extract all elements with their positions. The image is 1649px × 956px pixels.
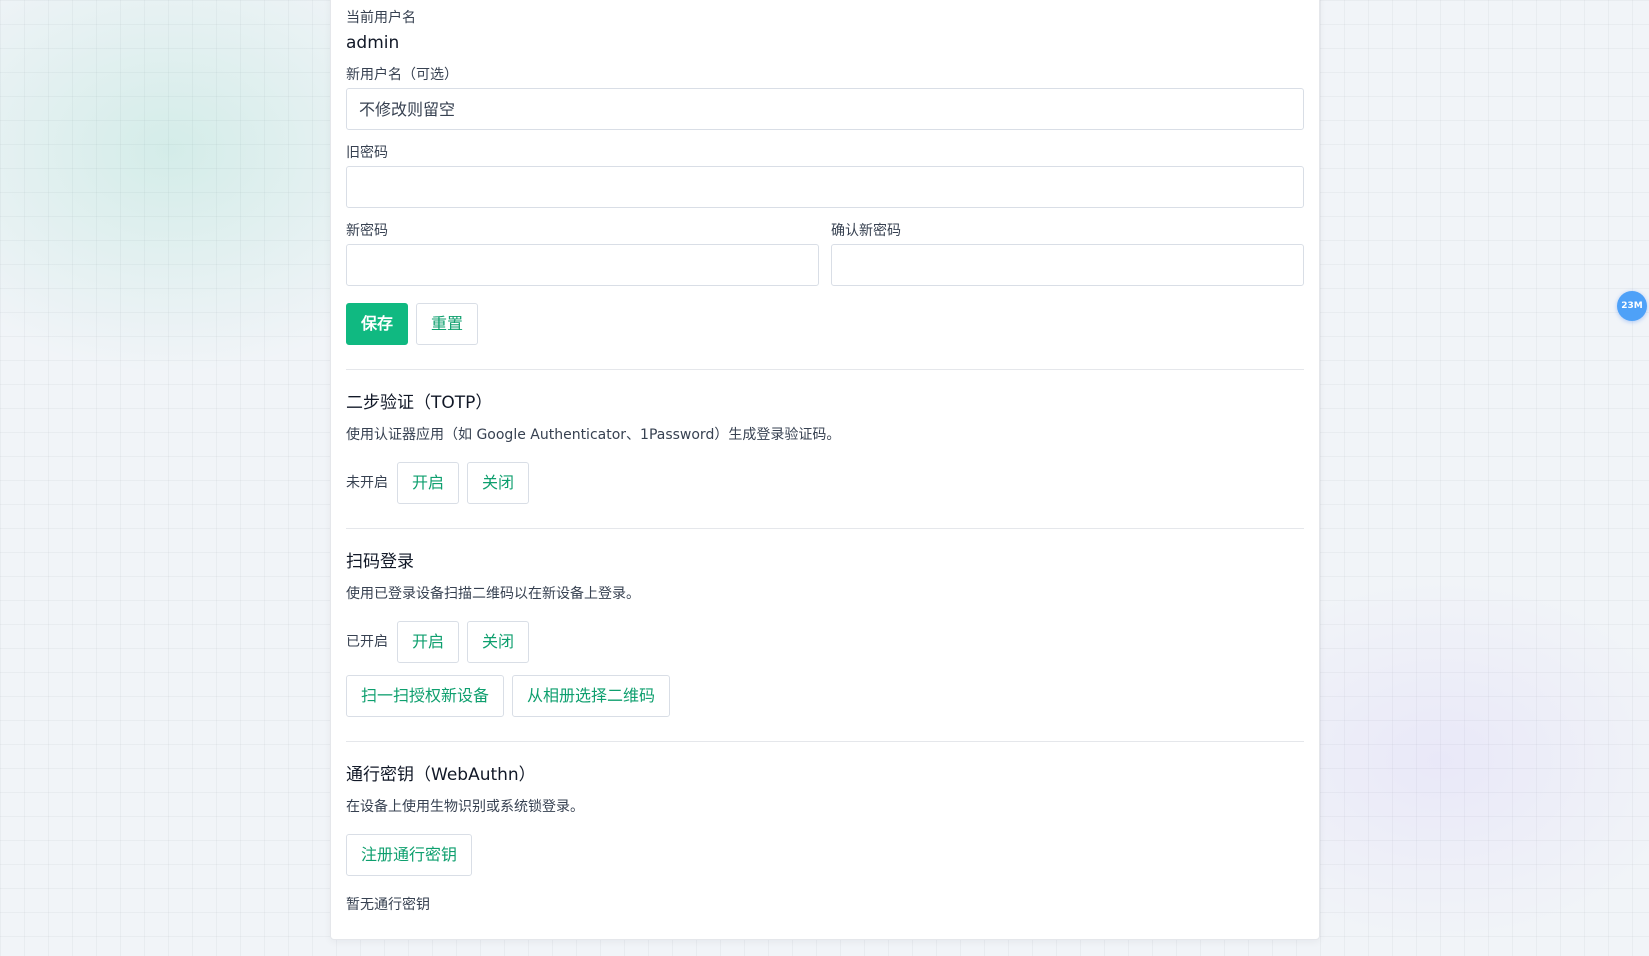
floating-badge[interactable]: 23M xyxy=(1617,291,1647,321)
passkey-description: 在设备上使用生物识别或系统锁登录。 xyxy=(346,799,584,815)
old-password-label: 旧密码 xyxy=(346,145,388,161)
totp-enable-button[interactable]: 开启 xyxy=(397,462,459,504)
save-button[interactable]: 保存 xyxy=(346,303,408,345)
new-username-label: 新用户名（可选） xyxy=(346,67,458,83)
section-divider xyxy=(346,369,1304,370)
qr-login-title: 扫码登录 xyxy=(346,552,414,572)
confirm-password-label: 确认新密码 xyxy=(831,223,901,239)
passkey-title: 通行密钥（WebAuthn） xyxy=(346,765,536,785)
qr-login-description: 使用已登录设备扫描二维码以在新设备上登录。 xyxy=(346,586,640,602)
current-username-label: 当前用户名 xyxy=(346,10,416,26)
register-passkey-button[interactable]: 注册通行密钥 xyxy=(346,834,472,876)
totp-description: 使用认证器应用（如 Google Authenticator、1Password… xyxy=(346,427,841,443)
totp-disable-button[interactable]: 关闭 xyxy=(467,462,529,504)
qr-login-disable-button[interactable]: 关闭 xyxy=(467,621,529,663)
new-password-label: 新密码 xyxy=(346,223,388,239)
qr-login-enable-button[interactable]: 开启 xyxy=(397,621,459,663)
totp-title: 二步验证（TOTP） xyxy=(346,393,493,413)
old-password-input[interactable] xyxy=(346,166,1304,208)
section-divider xyxy=(346,528,1304,529)
album-qr-button[interactable]: 从相册选择二维码 xyxy=(512,675,670,717)
new-username-input[interactable] xyxy=(346,88,1304,130)
section-divider xyxy=(346,741,1304,742)
new-password-input[interactable] xyxy=(346,244,819,286)
confirm-password-input[interactable] xyxy=(831,244,1304,286)
settings-card: 当前用户名 admin 新用户名（可选） 旧密码 新密码 确认新密码 保存 重置… xyxy=(330,0,1320,940)
reset-button[interactable]: 重置 xyxy=(416,303,478,345)
passkey-empty-text: 暂无通行密钥 xyxy=(346,897,430,913)
qr-login-status: 已开启 xyxy=(346,634,388,650)
totp-status: 未开启 xyxy=(346,475,388,491)
scan-authorize-button[interactable]: 扫一扫授权新设备 xyxy=(346,675,504,717)
current-username-value: admin xyxy=(346,33,400,53)
